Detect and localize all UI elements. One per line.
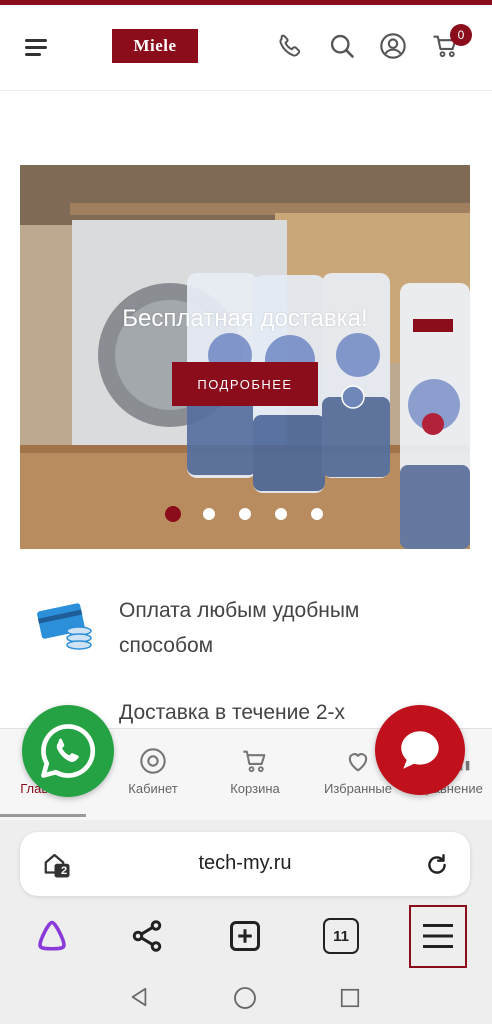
chat-bubble-icon <box>401 731 439 769</box>
system-navigation-bar <box>0 968 492 1024</box>
slider-dot-4[interactable] <box>275 508 287 520</box>
back-icon[interactable] <box>128 986 150 1008</box>
slider-dot-3[interactable] <box>239 508 251 520</box>
promo-banner[interactable]: Бесплатная доставка! ПОДРОБНЕЕ <box>20 165 470 549</box>
share-icon[interactable] <box>129 918 165 954</box>
page: Miele 0 Бесплатная доставка! ПОДРОБНЕЕ О… <box>0 0 492 1024</box>
slider-dot-5[interactable] <box>311 508 323 520</box>
logo-text: Miele <box>133 36 177 55</box>
nav-item-cart[interactable]: Корзина <box>210 747 300 796</box>
slider-dot-1[interactable] <box>165 506 181 522</box>
address-bar[interactable]: 2 tech-my.ru <box>20 832 470 896</box>
whatsapp-icon <box>41 724 96 778</box>
site-header: Miele <box>0 5 492 91</box>
feature-payment-line1: Оплата любым удобным <box>119 599 360 622</box>
banner-title: Бесплатная доставка! <box>122 305 368 332</box>
nav-active-indicator <box>0 814 86 817</box>
cart-count-badge: 0 <box>450 24 472 46</box>
cart-icon <box>243 750 266 773</box>
recents-icon[interactable] <box>339 987 361 1009</box>
nav-item-cart-label: Корзина <box>230 781 280 796</box>
reload-icon[interactable] <box>424 852 450 878</box>
account-icon <box>140 748 166 774</box>
banner-image <box>20 165 470 549</box>
url-text[interactable]: tech-my.ru <box>20 852 470 875</box>
browser-menu-icon[interactable] <box>420 920 456 952</box>
payment-card-icon <box>37 603 92 650</box>
banner-details-button[interactable]: ПОДРОБНЕЕ <box>172 362 318 406</box>
tabs-count: 11 <box>333 927 349 945</box>
nav-item-cabinet[interactable]: Кабинет <box>108 747 198 796</box>
slider-dot-2[interactable] <box>203 508 215 520</box>
new-tab-icon[interactable] <box>227 918 263 954</box>
whatsapp-button[interactable] <box>22 705 114 797</box>
tabs-count-button[interactable]: 11 <box>323 918 359 954</box>
feature-payment-line2: способом <box>119 634 214 657</box>
account-icon[interactable] <box>379 32 407 60</box>
feature-delivery-line1: Доставка в течение 2-х <box>119 701 346 724</box>
alice-assistant-icon[interactable] <box>34 918 70 954</box>
heart-icon <box>348 753 368 772</box>
menu-icon[interactable] <box>25 39 47 57</box>
search-icon[interactable] <box>328 32 356 60</box>
nav-item-favorites-label: Избранные <box>324 781 392 796</box>
chat-button[interactable] <box>375 705 465 795</box>
phone-icon[interactable] <box>276 32 304 60</box>
logo[interactable]: Miele <box>112 29 198 63</box>
nav-item-cabinet-label: Кабинет <box>128 781 178 796</box>
home-button-icon[interactable] <box>233 986 257 1010</box>
